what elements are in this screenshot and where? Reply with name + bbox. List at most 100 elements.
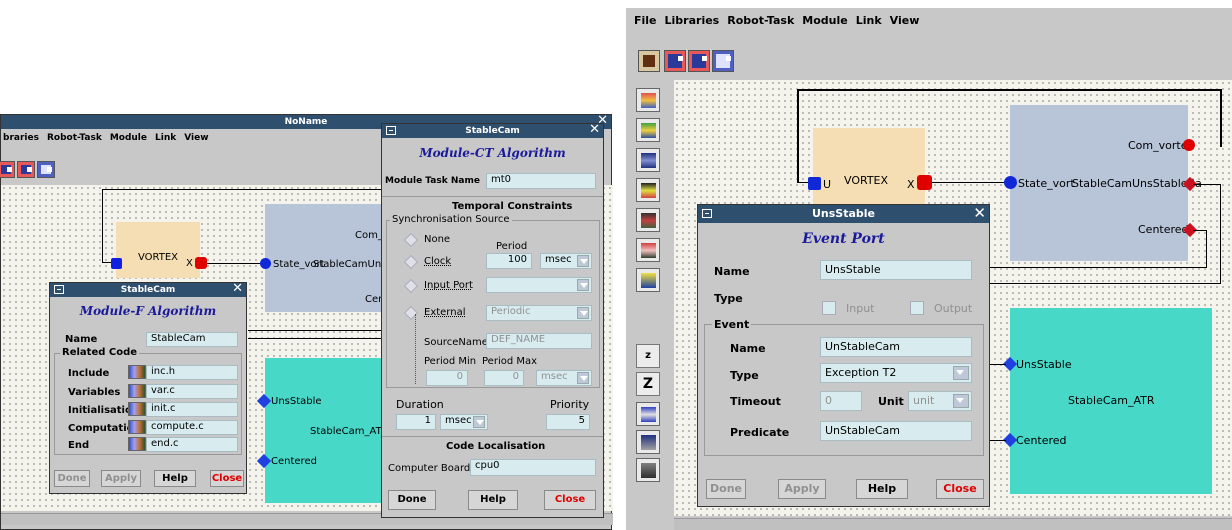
done-button[interactable]: Done (706, 479, 746, 499)
menu-file[interactable]: File (634, 14, 657, 27)
window-menu-icon[interactable] (702, 209, 712, 218)
duration-unit-select[interactable]: msec (440, 414, 488, 430)
toolbar-import-icon[interactable] (17, 161, 35, 178)
board-field[interactable]: cpu0 (470, 459, 596, 476)
dropdown-arrow-icon[interactable] (577, 279, 589, 291)
stablecam-state-port[interactable] (260, 258, 271, 269)
stablecam-state-port[interactable] (1004, 176, 1017, 189)
period-min-field[interactable]: 0 (426, 370, 468, 386)
dropdown-arrow-icon[interactable] (577, 372, 589, 384)
timeout-field[interactable]: 0 (820, 391, 862, 411)
apply-button[interactable]: Apply (101, 470, 141, 487)
predicate-field[interactable]: UnStableCam (820, 421, 972, 441)
period-max-field[interactable]: 0 (484, 370, 524, 386)
ev-name-field[interactable]: UnStableCam (820, 337, 972, 357)
close-button[interactable]: Close (210, 470, 244, 487)
file-icon[interactable] (128, 420, 146, 434)
right-scrollbar[interactable] (674, 518, 1232, 530)
toolbar-export-icon[interactable] (688, 50, 710, 72)
dropdown-arrow-icon[interactable] (953, 366, 969, 380)
done-button[interactable]: Done (54, 470, 90, 487)
toolbar-export-icon[interactable] (37, 161, 55, 178)
task-name-field[interactable]: mt0 (486, 173, 596, 189)
menu-robot-task[interactable]: Robot-Task (47, 133, 102, 143)
done-button[interactable]: Done (388, 490, 436, 510)
unit-select[interactable]: unit (908, 391, 972, 411)
menu-link[interactable]: Link (856, 14, 882, 27)
toolbar-import-icon[interactable] (664, 50, 686, 72)
ev-type-select[interactable]: Exception T2 (820, 363, 972, 383)
menu-libraries[interactable]: Libraries (665, 14, 720, 27)
tool-layout-icon[interactable] (636, 402, 660, 426)
menu-view[interactable]: View (890, 14, 920, 27)
vortex-port-u[interactable] (808, 177, 821, 190)
source-name-field[interactable]: DEF_NAME (486, 333, 592, 349)
dropdown-arrow-icon[interactable] (473, 416, 485, 428)
event-port-close-icon[interactable]: ✕ (973, 204, 986, 222)
toolbar-library-icon[interactable] (638, 50, 660, 72)
file-icon[interactable] (128, 437, 146, 451)
tool-connect-icon[interactable] (636, 208, 660, 232)
row-compute-field[interactable]: compute.c (146, 420, 238, 435)
priority-field[interactable]: 5 (546, 414, 590, 430)
file-icon[interactable] (128, 402, 146, 416)
tool-task-icon[interactable] (636, 148, 660, 172)
file-icon[interactable] (128, 365, 146, 379)
menu-view[interactable]: View (184, 133, 208, 143)
module-ct-close-icon[interactable]: ✕ (589, 123, 600, 137)
vortex-module[interactable]: VORTEX X (813, 128, 925, 208)
menu-robot-task[interactable]: Robot-Task (727, 14, 794, 27)
row-end-field[interactable]: end.c (146, 437, 238, 452)
help-button[interactable]: Help (468, 490, 518, 510)
close-button[interactable]: Close (544, 490, 596, 510)
output-checkbox[interactable] (910, 301, 924, 315)
period-max-unit-select[interactable]: msec (536, 370, 592, 386)
input-port-select[interactable] (486, 277, 592, 293)
input-checkbox[interactable] (822, 301, 836, 315)
tool-pointer-icon[interactable] (636, 268, 660, 292)
tool-module2-icon[interactable] (636, 118, 660, 142)
clock-field[interactable]: 100 (486, 253, 532, 269)
dropdown-arrow-icon[interactable] (577, 307, 589, 319)
tool-print-icon[interactable] (636, 430, 660, 454)
tool-link-icon[interactable] (636, 178, 660, 202)
apply-button[interactable]: Apply (778, 479, 826, 499)
help-button[interactable]: Help (154, 470, 196, 487)
help-button[interactable]: Help (856, 479, 908, 499)
vortex-module[interactable]: VORTEX (116, 222, 200, 278)
vortex-port-x[interactable] (195, 257, 207, 269)
menu-module[interactable]: Module (110, 133, 147, 143)
ep-name-field[interactable]: UnsStable (820, 260, 972, 280)
vortex-port-x[interactable] (917, 175, 932, 190)
clock-unit-select[interactable]: msec (540, 253, 592, 269)
menu-link[interactable]: Link (155, 133, 176, 143)
tool-exit-icon[interactable] (636, 458, 660, 482)
tool-route-icon[interactable] (636, 238, 660, 262)
vortex-port-u[interactable] (111, 258, 122, 269)
file-icon[interactable] (128, 384, 146, 398)
row-init-field[interactable]: init.c (146, 402, 238, 417)
row-variables-field[interactable]: var.c (146, 384, 238, 399)
zoom-in-button[interactable]: z (636, 344, 660, 368)
stablecam-com-port[interactable] (1183, 139, 1195, 151)
module-f-close-icon[interactable]: ✕ (232, 282, 243, 296)
dropdown-arrow-icon[interactable] (577, 255, 589, 267)
stablecam-atr-module[interactable]: StableCam_ATR UnsStable Centered (265, 358, 389, 503)
module-f-name-field[interactable]: StableCam (146, 332, 238, 347)
stablecam-atr-module[interactable]: StableCam_ATR UnsStable Centered (1010, 308, 1212, 494)
zoom-out-button[interactable]: Z (636, 372, 660, 396)
periodic-select[interactable]: Periodic (486, 305, 592, 321)
close-button[interactable]: Close (936, 479, 984, 499)
toolbar-export-blue-icon[interactable] (712, 50, 734, 72)
window-menu-icon[interactable] (386, 126, 396, 135)
menu-module[interactable]: Module (802, 14, 847, 27)
menu-libraries[interactable]: braries (3, 133, 39, 143)
stablecam-module[interactable]: Com_v State_vort StableCamUnsStab Cen (265, 204, 409, 312)
toolbar-open-icon[interactable] (0, 161, 15, 178)
window-menu-icon[interactable] (54, 285, 64, 294)
row-include-field[interactable]: inc.h (146, 365, 238, 380)
stablecam-module[interactable]: Com_vorte State_vort StableCamUnsStableB… (1010, 105, 1202, 261)
duration-field[interactable]: 1 (396, 414, 436, 430)
tool-module-icon[interactable] (636, 88, 660, 112)
dropdown-arrow-icon[interactable] (953, 394, 969, 408)
